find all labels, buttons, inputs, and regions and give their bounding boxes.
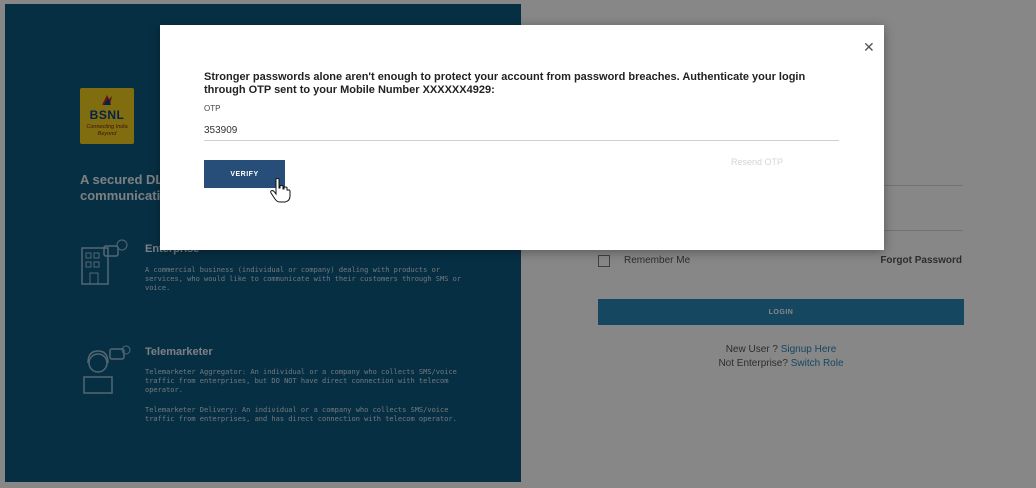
otp-dialog: ✕ Stronger passwords alone aren't enough…	[160, 25, 884, 250]
resend-otp-link[interactable]: Resend OTP	[731, 157, 783, 167]
otp-input[interactable]	[204, 120, 839, 141]
otp-label: OTP	[204, 104, 221, 113]
otp-message: Stronger passwords alone aren't enough t…	[204, 71, 806, 96]
hand-pointer-icon	[270, 178, 291, 203]
close-icon[interactable]: ✕	[863, 39, 875, 56]
